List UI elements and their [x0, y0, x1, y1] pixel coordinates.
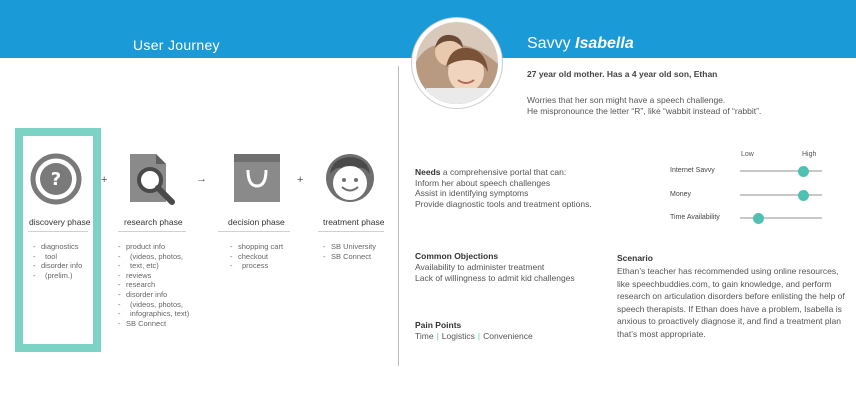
discovery-phase-label: discovery phase	[29, 217, 91, 227]
needs-title: Needs	[415, 167, 441, 177]
slider-knob-time-availability[interactable]	[752, 212, 764, 224]
list-item: (prelim.)	[33, 271, 82, 281]
list-item: text, etc)	[118, 261, 189, 271]
arrow-operator: →	[196, 173, 207, 185]
research-phase-label: research phase	[124, 217, 183, 227]
persona-title-name: Isabella	[575, 35, 634, 52]
list-item: tool	[33, 252, 82, 262]
discovery-phase-list: diagnostics tool disorder info (prelim.)	[33, 242, 82, 280]
question-icon: ?	[30, 153, 82, 205]
pain-point: Logistics	[441, 331, 475, 341]
pain-point: Time	[415, 331, 434, 341]
slider-label-internet-savvy: Internet Savvy	[670, 167, 715, 174]
treatment-phase-underline	[318, 231, 384, 232]
decision-phase-label: decision phase	[228, 217, 285, 227]
list-item: checkout	[230, 252, 283, 262]
needs-line: Assist in identifying symptoms	[415, 188, 529, 198]
scale-low-label: Low	[741, 151, 754, 158]
slider-label-money: Money	[670, 191, 692, 198]
plus-operator: +	[297, 174, 304, 186]
list-item: reviews	[118, 271, 189, 281]
list-item: (videos, photos,	[118, 300, 189, 310]
shopping-bag-icon	[234, 154, 280, 202]
pain-points-title: Pain Points	[415, 320, 462, 330]
objections-title: Common Objections	[415, 251, 499, 261]
slider-knob-money[interactable]	[798, 189, 810, 201]
list-item: (videos, photos,	[118, 252, 189, 262]
treatment-phase-list: SB University SB Connect	[323, 242, 376, 261]
list-item: product info	[118, 242, 189, 252]
pain-point: Convenience	[483, 331, 533, 341]
list-item: diagnostics	[33, 242, 82, 252]
slider-knob-internet-savvy[interactable]	[798, 165, 810, 177]
decision-phase-underline	[218, 231, 290, 232]
pain-points-list: Time | Logistics | Convenience	[415, 331, 533, 341]
objections-list: Availability to administer treatment Lac…	[415, 262, 575, 283]
decision-phase-list: shopping cart checkout process	[230, 242, 283, 271]
svg-text:?: ?	[51, 169, 61, 190]
persona-description: Worries that her son might have a speech…	[527, 95, 761, 116]
description-line: He mispronounce the letter “R”, like “wa…	[527, 105, 762, 116]
scenario-title: Scenario	[617, 253, 653, 263]
document-search-icon	[130, 154, 175, 205]
research-phase-list: product info (videos, photos, text, etc)…	[118, 242, 189, 328]
list-item: SB University	[323, 242, 376, 252]
list-item: SB Connect	[118, 319, 189, 329]
scenario-text: Ethan’s teacher has recommended using on…	[617, 266, 845, 339]
persona-title: Savvy Isabella	[527, 35, 634, 53]
discovery-phase-underline	[28, 231, 88, 232]
treatment-phase-label: treatment phase	[323, 217, 385, 227]
slider-label-time-availability: Time Availability	[670, 214, 720, 221]
smiley-face-icon	[326, 154, 374, 202]
objection-line: Lack of willingness to admit kid challen…	[415, 272, 575, 283]
research-phase-underline	[118, 231, 186, 232]
objection-line: Availability to administer treatment	[415, 262, 545, 272]
list-item: SB Connect	[323, 252, 376, 262]
list-item: disorder info	[33, 261, 82, 271]
scale-high-label: High	[802, 151, 817, 158]
needs-line: Inform her about speech challenges	[415, 177, 551, 188]
list-item: process	[230, 261, 283, 271]
user-journey-title: User Journey	[133, 37, 220, 53]
list-item: disorder info	[118, 290, 189, 300]
persona-title-first: Savvy	[527, 35, 576, 52]
slider-track-internet-savvy	[740, 170, 822, 172]
list-item: research	[118, 280, 189, 290]
needs-section: Needs a comprehensive portal that can: I…	[415, 167, 592, 209]
plus-operator: +	[101, 174, 108, 186]
persona-subhead: 27 year old mother. Has a 4 year old son…	[527, 69, 718, 79]
column-divider	[398, 66, 399, 366]
persona-photo	[412, 18, 502, 108]
needs-line: Provide diagnostic tools and treatment o…	[415, 198, 592, 209]
description-line: Worries that her son might have a speech…	[527, 95, 726, 105]
list-item: shopping cart	[230, 242, 283, 252]
list-item: infographics, text)	[118, 309, 189, 319]
needs-lead: a comprehensive portal that can:	[440, 167, 567, 177]
slider-track-money	[740, 194, 822, 196]
